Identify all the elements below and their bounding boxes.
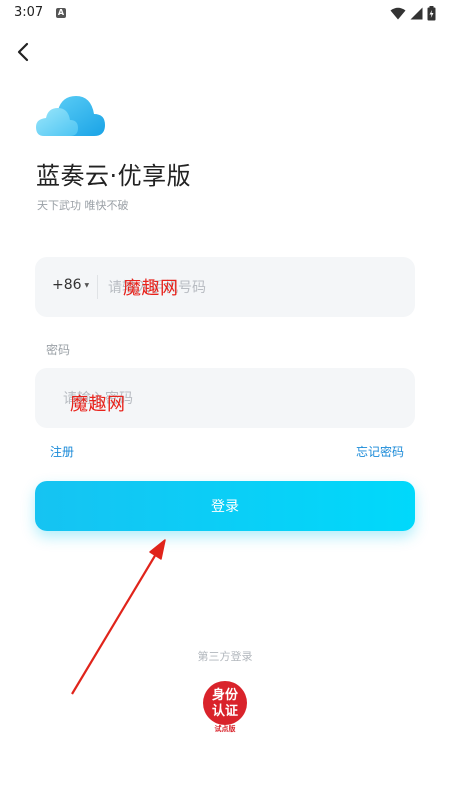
status-icons [390, 5, 436, 21]
field-divider [97, 275, 98, 299]
caret-down-icon: ▼ [84, 281, 90, 289]
status-time: 3:07 [14, 5, 44, 20]
register-link[interactable]: 注册 [50, 443, 74, 460]
badge-line3: 试点版 [215, 724, 236, 733]
third-party-login-label: 第三方登录 [197, 650, 253, 663]
wifi-icon [390, 7, 406, 19]
badge-line2: 认证 [212, 703, 238, 719]
password-field-container [35, 368, 415, 430]
id-auth-badge-icon[interactable]: 身份 认证 试点版 [196, 680, 254, 734]
phone-field-container: +86 ▼ [35, 257, 415, 319]
app-subtitle: 天下武功 唯快不破 [37, 199, 129, 212]
forgot-password-link[interactable]: 忘记密码 [356, 443, 404, 460]
back-button[interactable] [10, 38, 38, 66]
app-title: 蓝奏云·优享版 [36, 162, 192, 190]
signal-icon [410, 7, 423, 19]
notification-icon: A [56, 8, 66, 18]
status-bar: 3:07 A [0, 0, 450, 26]
country-code-selector[interactable]: +86 ▼ [52, 277, 89, 293]
password-label: 密码 [46, 343, 71, 357]
password-input[interactable] [61, 368, 395, 430]
login-button[interactable]: 登录 [35, 481, 415, 531]
back-arrow-icon [17, 42, 29, 62]
country-code-label: +86 [52, 277, 82, 293]
badge-line1: 身份 [212, 687, 239, 703]
cloud-logo-icon [36, 96, 105, 136]
phone-input[interactable] [106, 257, 400, 319]
battery-icon [427, 5, 436, 20]
